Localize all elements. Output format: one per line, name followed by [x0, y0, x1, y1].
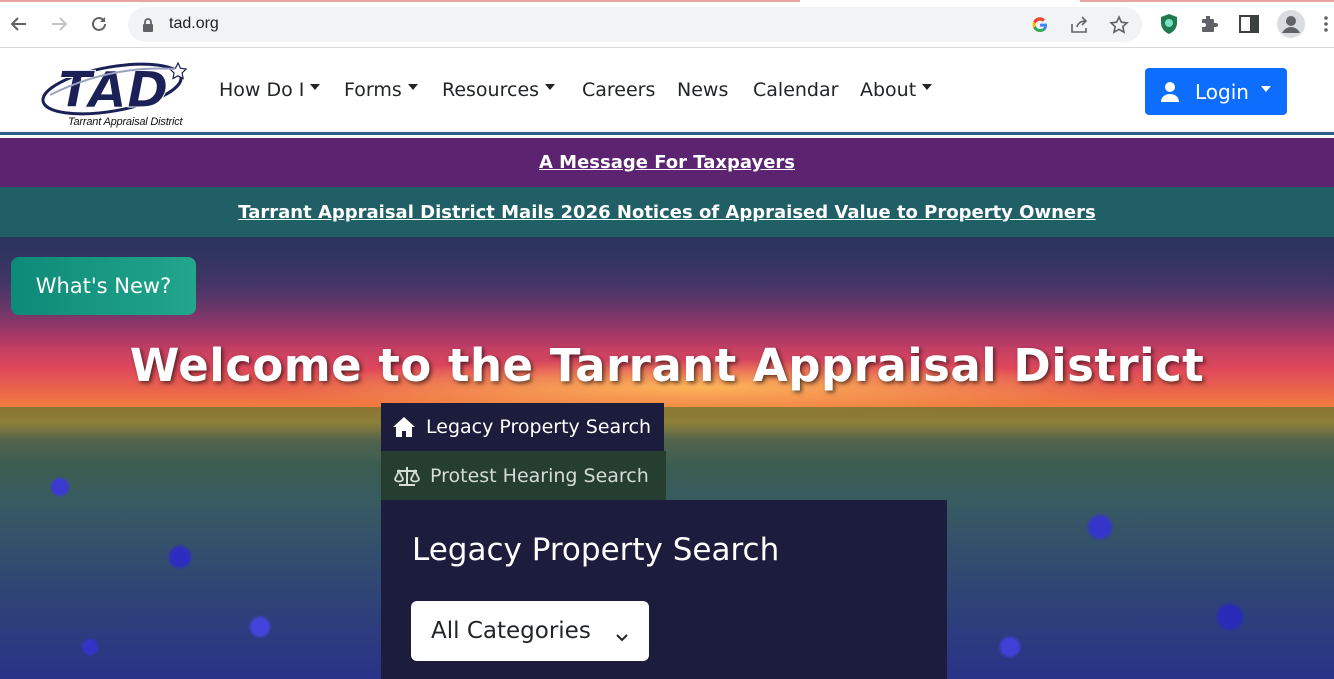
nav-news[interactable]: News	[677, 79, 728, 101]
home-icon	[392, 416, 416, 438]
nav-label: About	[860, 79, 917, 101]
forward-icon[interactable]	[48, 13, 70, 35]
browser-menu-icon[interactable]	[1320, 13, 1332, 35]
shield-extension-icon[interactable]	[1158, 13, 1180, 35]
caret-down-icon	[545, 84, 556, 90]
caret-down-icon	[310, 84, 321, 90]
tab-label: Protest Hearing Search	[430, 464, 649, 487]
nav-how-do-i[interactable]: How Do I	[219, 79, 321, 101]
nav-label: Calendar	[753, 79, 839, 101]
profile-avatar-icon[interactable]	[1277, 10, 1305, 38]
url-text: tad.org	[169, 15, 219, 32]
scale-icon	[394, 465, 420, 487]
bookmark-star-icon[interactable]	[1109, 15, 1129, 35]
category-selected-value: All Categories	[431, 618, 591, 644]
caret-down-icon	[1260, 85, 1271, 92]
nav-label: How Do I	[219, 79, 305, 101]
whats-new-button[interactable]: What's New?	[11, 257, 196, 315]
page-load-indicator-right	[1080, 0, 1334, 2]
tad-logo-mark: TAD	[41, 61, 188, 120]
nav-label: Forms	[344, 79, 402, 101]
tab-protest-hearing-search[interactable]: Protest Hearing Search	[381, 451, 666, 500]
site-header: TAD Tarrant Appraisal District How Do I …	[0, 49, 1334, 135]
side-panel-icon[interactable]	[1238, 13, 1260, 35]
search-panel-title: Legacy Property Search	[412, 532, 780, 568]
nav-label: Resources	[442, 79, 540, 101]
page-load-indicator	[0, 0, 800, 2]
reload-icon[interactable]	[88, 13, 110, 35]
tad-logo[interactable]: TAD Tarrant Appraisal District	[40, 55, 190, 131]
login-button[interactable]: Login	[1145, 68, 1287, 115]
category-select[interactable]: All Categories	[411, 601, 649, 661]
search-panel: Legacy Property Search All Categories	[381, 500, 947, 679]
nav-forms[interactable]: Forms	[344, 79, 418, 101]
chevron-down-icon	[615, 623, 629, 649]
browser-toolbar: tad.org	[0, 0, 1334, 48]
hero-section: What's New? Welcome to the Tarrant Appra…	[0, 237, 1334, 679]
nav-careers[interactable]: Careers	[582, 79, 655, 101]
user-icon	[1161, 81, 1179, 103]
nav-about[interactable]: About	[860, 79, 933, 101]
nav-calendar[interactable]: Calendar	[753, 79, 838, 101]
google-icon[interactable]	[1030, 15, 1050, 35]
notice-banner: Tarrant Appraisal District Mails 2026 No…	[0, 187, 1334, 237]
taxpayer-message-link[interactable]: A Message For Taxpayers	[539, 152, 795, 173]
taxpayer-message-banner: A Message For Taxpayers	[0, 138, 1334, 187]
address-bar[interactable]: tad.org	[128, 7, 1142, 42]
caret-down-icon	[922, 84, 933, 90]
share-icon[interactable]	[1069, 15, 1089, 35]
notice-link[interactable]: Tarrant Appraisal District Mails 2026 No…	[238, 202, 1095, 223]
tab-label: Legacy Property Search	[426, 416, 652, 438]
nav-label: Careers	[582, 79, 656, 101]
extensions-puzzle-icon[interactable]	[1198, 13, 1220, 35]
hero-sky	[0, 237, 1334, 347]
nav-resources[interactable]: Resources	[442, 79, 556, 101]
caret-down-icon	[407, 84, 418, 90]
logo-tagline: Tarrant Appraisal District	[68, 116, 183, 128]
hero-title: Welcome to the Tarrant Appraisal Distric…	[129, 339, 1205, 392]
login-label: Login	[1195, 79, 1249, 104]
lock-icon	[142, 17, 154, 36]
tab-legacy-property-search[interactable]: Legacy Property Search	[381, 403, 664, 451]
back-icon[interactable]	[8, 13, 30, 35]
nav-label: News	[677, 79, 729, 101]
